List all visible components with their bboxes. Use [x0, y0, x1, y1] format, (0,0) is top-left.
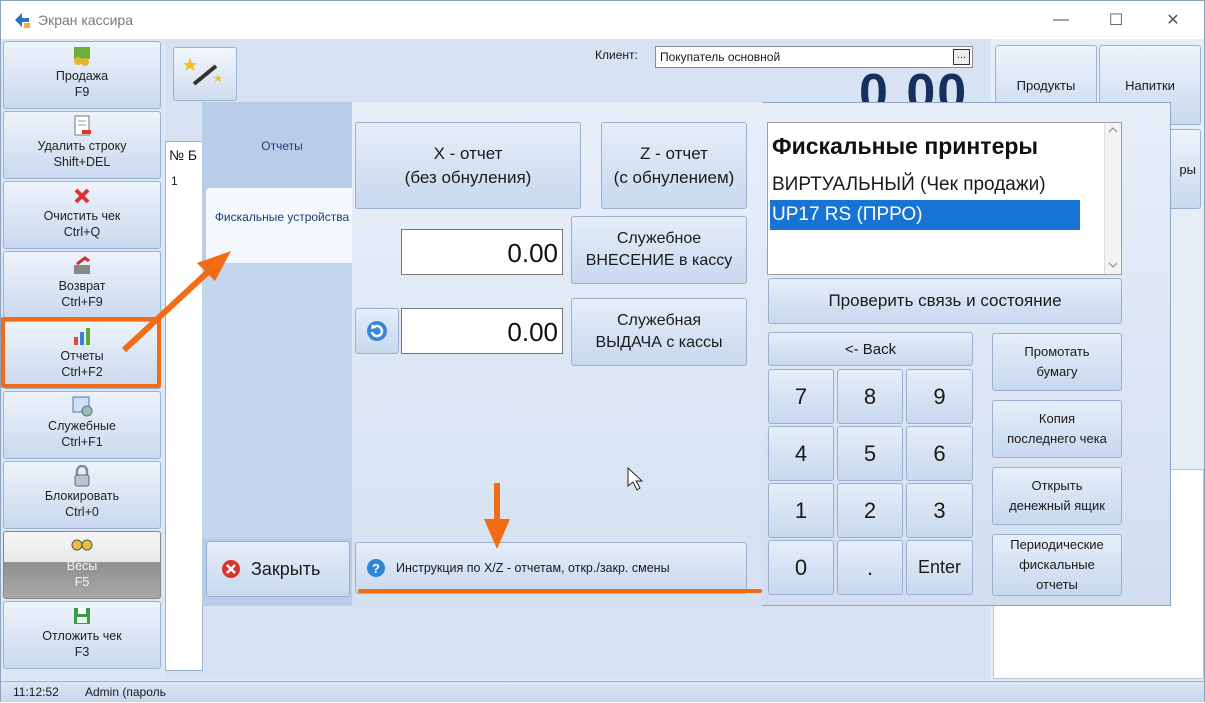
annotation-arrows: [121, 251, 644, 549]
annotation-arrow-diagonal: [121, 268, 212, 353]
cashier-window: Экран кассира — ☐ ✕ Продажа F9 Удалить с…: [0, 0, 1205, 702]
mouse-cursor-icon: [627, 466, 644, 491]
annotation-arrowhead-down: [484, 519, 510, 549]
